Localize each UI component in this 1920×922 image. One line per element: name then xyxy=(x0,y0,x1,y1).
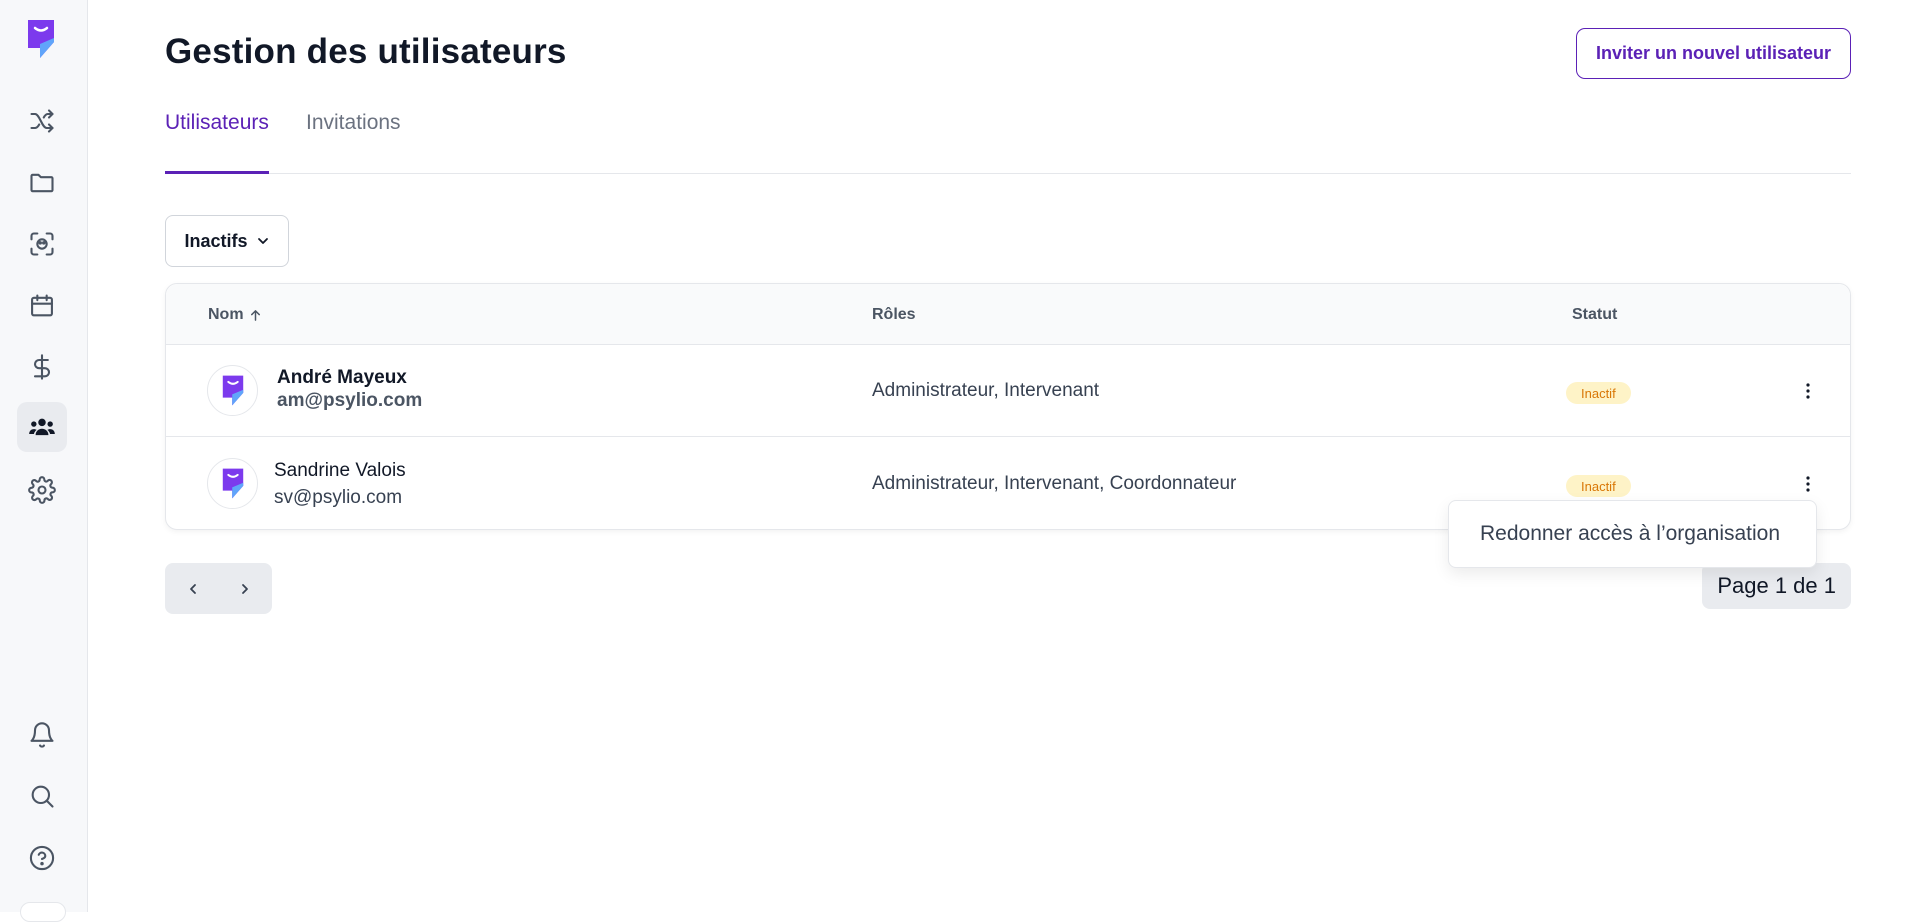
table-row: André Mayeux am@psylio.com Administrateu… xyxy=(166,345,1850,437)
more-vertical-icon xyxy=(1806,476,1810,492)
users-table: Nom Rôles Statut André Mayeux am@psylio.… xyxy=(165,283,1851,530)
nav-item-users[interactable] xyxy=(17,402,67,452)
user-roles: Administrateur, Intervenant xyxy=(872,380,1100,401)
tab-bar: Utilisateurs Invitations xyxy=(165,108,1851,174)
status-badge: Inactif xyxy=(1566,475,1631,497)
status-filter-label: Inactifs xyxy=(184,230,248,251)
next-page-button[interactable] xyxy=(232,576,258,602)
shuffle-icon xyxy=(30,109,54,133)
column-header-name[interactable]: Nom xyxy=(208,306,262,324)
avatar xyxy=(207,458,258,509)
chevron-down-icon xyxy=(257,238,268,244)
calendar-icon xyxy=(31,294,53,317)
nav-item-calendar[interactable] xyxy=(17,281,67,331)
nav-item-clients[interactable] xyxy=(17,219,67,269)
nav-item-settings[interactable] xyxy=(17,465,67,515)
nav-item-workflows[interactable] xyxy=(17,96,67,146)
bell-icon xyxy=(30,722,54,748)
sidebar xyxy=(0,0,88,922)
chevron-left-icon xyxy=(190,584,196,594)
row-actions-button[interactable] xyxy=(1796,377,1820,405)
help-icon xyxy=(29,845,55,871)
nav-item-billing[interactable] xyxy=(17,342,67,392)
previous-page-button[interactable] xyxy=(180,576,206,602)
status-filter-dropdown[interactable]: Inactifs xyxy=(165,215,289,267)
avatar xyxy=(207,365,258,416)
more-vertical-icon xyxy=(1806,383,1810,399)
nav-item-notifications[interactable] xyxy=(17,710,67,760)
chevron-right-icon xyxy=(242,584,248,594)
row-actions-button[interactable] xyxy=(1796,470,1820,498)
main-content: Gestion des utilisateurs Inviter un nouv… xyxy=(165,0,1851,912)
page-title: Gestion des utilisateurs xyxy=(165,32,567,71)
row-actions-menu: Redonner accès à l’organisation xyxy=(1448,500,1817,568)
pagination-controls xyxy=(165,563,272,614)
column-header-roles: Rôles xyxy=(872,306,916,323)
menu-item-restore-access[interactable]: Redonner accès à l’organisation xyxy=(1480,522,1780,546)
user-menu-stub[interactable] xyxy=(20,902,66,922)
face-scan-icon xyxy=(30,232,54,256)
page-indicator: Page 1 de 1 xyxy=(1702,563,1851,609)
folder-icon xyxy=(30,173,54,193)
nav-item-help[interactable] xyxy=(17,833,67,883)
nav-item-search[interactable] xyxy=(17,771,67,821)
user-email: am@psylio.com xyxy=(277,390,423,411)
column-header-status: Statut xyxy=(1572,306,1618,323)
sort-arrow-up-icon xyxy=(250,309,260,321)
search-icon xyxy=(31,785,54,808)
user-name: André Mayeux xyxy=(277,367,407,388)
table-header: Nom Rôles Statut xyxy=(166,284,1850,345)
users-icon xyxy=(29,418,55,436)
status-badge: Inactif xyxy=(1566,382,1631,404)
gear-icon xyxy=(28,476,56,504)
app-logo[interactable] xyxy=(26,18,56,60)
tab-users[interactable]: Utilisateurs xyxy=(165,111,269,174)
nav-item-files[interactable] xyxy=(17,158,67,208)
user-name: Sandrine Valois xyxy=(274,460,406,481)
invite-user-button[interactable]: Inviter un nouvel utilisateur xyxy=(1575,28,1851,79)
dollar-icon xyxy=(33,354,51,380)
tab-invitations[interactable]: Invitations xyxy=(306,111,401,174)
user-roles: Administrateur, Intervenant, Coordonnate… xyxy=(872,473,1237,494)
user-email: sv@psylio.com xyxy=(274,487,403,508)
